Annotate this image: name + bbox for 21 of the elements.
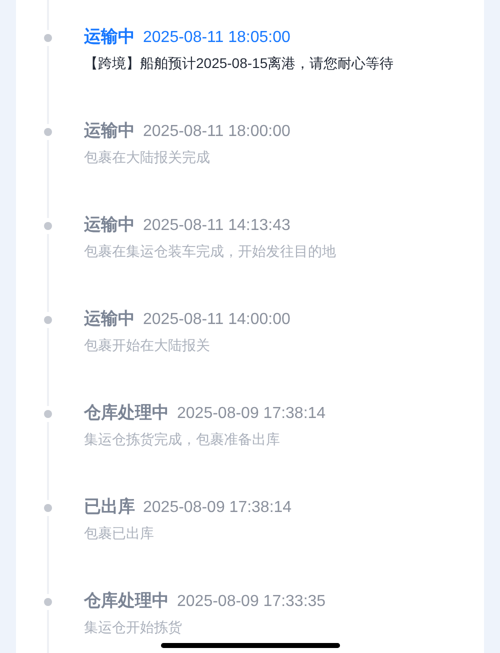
timestamp: 2025-08-09 17:38:14 — [143, 498, 292, 518]
status-label: 已出库 — [84, 496, 135, 518]
timestamp: 2025-08-11 18:05:00 — [143, 28, 290, 48]
event-description: 包裹开始在大陆报关 — [84, 336, 210, 355]
timestamp: 2025-08-11 14:13:43 — [143, 216, 290, 236]
event-description: 包裹已出库 — [84, 524, 154, 543]
status-label: 仓库处理中 — [84, 402, 169, 424]
status-label: 运输中 — [84, 26, 135, 48]
event-description: 包裹在大陆报关完成 — [84, 148, 210, 167]
status-label: 仓库处理中 — [84, 590, 169, 612]
timestamp: 2025-08-11 18:00:00 — [143, 122, 290, 142]
event-description: 包裹在集运仓装车完成，开始发往目的地 — [84, 242, 336, 261]
timestamp: 2025-08-09 17:38:14 — [177, 404, 326, 424]
timestamp: 2025-08-11 14:00:00 — [143, 310, 290, 330]
event-description: 【跨境】船舶预计2025-08-15离港，请您耐心等待 — [84, 54, 394, 73]
status-label: 运输中 — [84, 308, 135, 330]
event-description: 集运仓开始拣货 — [84, 618, 182, 637]
status-label: 运输中 — [84, 214, 135, 236]
status-label: 运输中 — [84, 120, 135, 142]
event-description: 集运仓拣货完成，包裹准备出库 — [84, 430, 280, 449]
timestamp: 2025-08-09 17:33:35 — [177, 592, 326, 612]
